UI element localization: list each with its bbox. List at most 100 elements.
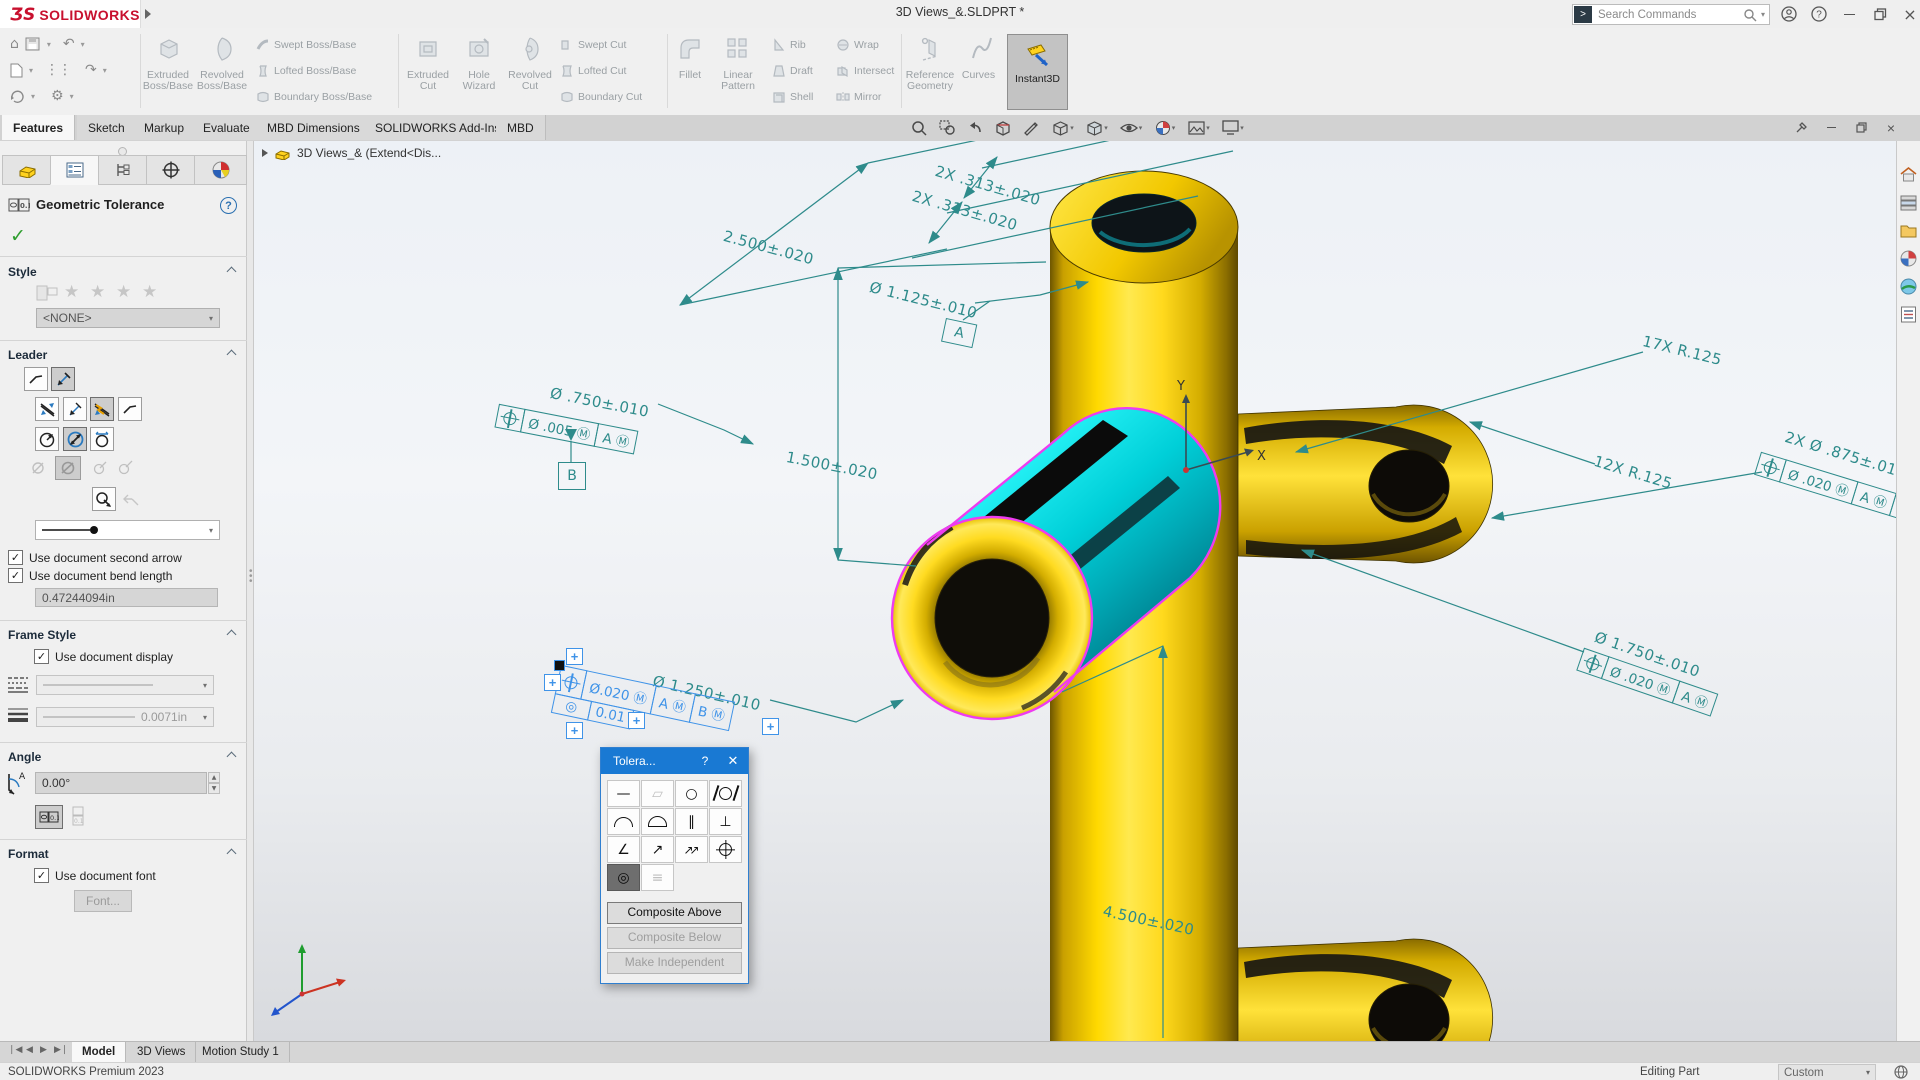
collapse-style-icon[interactable] [228, 265, 236, 273]
bent-leader-button[interactable] [63, 397, 87, 421]
curves-button[interactable]: Curves ▾ [956, 34, 1008, 81]
boundary-boss-base-button[interactable]: Boundary Boss/Base [256, 90, 372, 104]
tab-mbd[interactable]: MBD [496, 115, 546, 140]
doc-pin-icon[interactable] [1790, 120, 1812, 135]
part-lower-lug[interactable] [1238, 939, 1493, 1041]
leader-all-around-button[interactable] [90, 427, 114, 451]
fcf-drag-handle[interactable] [554, 660, 565, 671]
prev-tab-icon[interactable]: ◀ [26, 1045, 33, 1055]
intersect-button[interactable]: Intersect [836, 64, 894, 78]
rebuild-dropdown-icon[interactable]: ▾ [31, 92, 35, 101]
search-icon[interactable] [1743, 8, 1757, 22]
tab-features[interactable]: Features [2, 115, 75, 140]
globe-icon[interactable] [1894, 1065, 1908, 1079]
arrow-style-select[interactable]: ▾ [35, 520, 220, 540]
collapse-frame-icon[interactable] [228, 628, 236, 636]
angle-spinner[interactable]: ▲▼ [208, 772, 220, 794]
apply-scene-icon[interactable]: ▾ [1186, 118, 1212, 137]
gdt-symbol-circularity[interactable]: ○ [675, 780, 708, 807]
collapse-leader-icon[interactable] [228, 348, 236, 356]
selection-tool-icon[interactable]: ⋮⋮ [45, 62, 71, 78]
fcf-add-handle[interactable]: + [762, 718, 779, 735]
section-view-icon[interactable] [990, 118, 1016, 137]
breadcrumb[interactable]: 3D Views_& (Extend<Dis... [262, 146, 441, 160]
view-orientation-icon[interactable]: ▾ [1050, 118, 1076, 137]
user-account-icon[interactable] [1778, 4, 1800, 24]
collapse-angle-icon[interactable] [228, 750, 236, 758]
cb-second-arrow[interactable]: ✓ Use document second arrow [8, 550, 182, 565]
design-library-icon[interactable] [1899, 193, 1918, 212]
checkbox-checked-icon[interactable]: ✓ [8, 568, 23, 583]
close-button[interactable]: × [1899, 4, 1920, 24]
gdt-symbol-cylindricity[interactable] [709, 780, 742, 807]
home-icon[interactable]: ⌂ [10, 36, 19, 52]
dialog-help-icon[interactable]: ? [692, 754, 718, 768]
frame-horizontal-button[interactable]: 0.1 [35, 805, 63, 829]
mirror-button[interactable]: Mirror [836, 90, 881, 104]
checkbox-checked-icon[interactable]: ✓ [34, 649, 49, 664]
file-explorer-icon[interactable] [1899, 221, 1918, 240]
tab-model[interactable]: Model [72, 1042, 126, 1062]
tab-sketch[interactable]: Sketch [77, 115, 137, 140]
auto-leader-button[interactable] [51, 367, 75, 391]
style-select[interactable]: <NONE>▾ [36, 308, 220, 328]
new-document-icon[interactable] [10, 63, 23, 78]
first-tab-icon[interactable]: ❘◀ [8, 1045, 22, 1055]
display-style-icon[interactable]: ▾ [1084, 118, 1110, 137]
custom-properties-icon[interactable] [1899, 305, 1918, 324]
no-leader-button[interactable] [35, 397, 59, 421]
leader-button[interactable] [24, 367, 48, 391]
cb-frame-display[interactable]: ✓ Use document display [34, 649, 173, 664]
fcf-add-handle[interactable]: + [566, 648, 583, 665]
gdt-symbol-parallelism[interactable]: ∥ [675, 808, 708, 835]
next-tab-icon[interactable]: ▶ [40, 1045, 47, 1055]
doc-restore-icon[interactable] [1850, 120, 1872, 135]
tab-solidworks-add-ins[interactable]: SOLIDWORKS Add-Ins [364, 115, 512, 140]
gdt-symbol-perpendicularity[interactable]: ⊥ [709, 808, 742, 835]
font-button[interactable]: Font... [74, 890, 132, 912]
appearances-scenes-icon[interactable] [1899, 277, 1918, 296]
style-load-icon[interactable]: ★ [142, 282, 157, 302]
fcf-add-handle[interactable]: + [566, 722, 583, 739]
section-angle[interactable]: Angle [8, 750, 41, 764]
wrap-button[interactable]: Wrap [836, 38, 879, 52]
tab-3d-views[interactable]: 3D Views [127, 1042, 196, 1062]
help-icon[interactable]: ? [1808, 4, 1830, 24]
pm-tab-propertymanager[interactable] [50, 155, 100, 185]
options-gear-icon[interactable]: ⚙ [51, 88, 64, 104]
part-upper-lug[interactable] [1238, 405, 1493, 563]
checkbox-checked-icon[interactable]: ✓ [8, 550, 23, 565]
view-palette-icon[interactable] [1899, 249, 1918, 268]
leader-nearest-button[interactable] [35, 427, 59, 451]
angle-field[interactable]: 0.00° [35, 772, 207, 794]
part-boss-bore[interactable] [935, 559, 1049, 677]
shell-button[interactable]: Shell [772, 90, 813, 104]
reference-geometry-button[interactable]: Reference Geometry ▾ [904, 34, 956, 103]
section-frame-style[interactable]: Frame Style [8, 628, 76, 642]
fillet-button[interactable]: Fillet [664, 34, 716, 81]
style-delete-icon[interactable]: ★ [90, 282, 105, 302]
gdt-symbol-straightness[interactable]: — [607, 780, 640, 807]
dialog-close-icon[interactable]: ✕ [718, 754, 748, 769]
pm-tab-dimxpert[interactable] [146, 155, 196, 185]
checkbox-checked-icon[interactable]: ✓ [34, 868, 49, 883]
hide-show-items-icon[interactable]: ▾ [1118, 118, 1144, 137]
style-save-icon[interactable]: ★ [116, 282, 131, 302]
cb-bend-length[interactable]: ✓ Use document bend length [8, 568, 172, 583]
extruded-cut-button[interactable]: Extruded Cut [402, 34, 454, 92]
zoom-fit-icon[interactable] [906, 118, 932, 137]
rib-button[interactable]: Rib [772, 38, 806, 52]
lofted-cut-button[interactable]: Lofted Cut [560, 64, 626, 78]
jagged-leader-button[interactable] [90, 397, 114, 421]
gdt-symbol-concentricity[interactable]: ◎ [607, 864, 640, 891]
home-tab-icon[interactable] [1899, 165, 1918, 184]
gdt-symbol-total-runout[interactable]: ↗↗ [675, 836, 708, 863]
gdt-symbol-profile-line[interactable] [607, 808, 640, 835]
pm-tab-appearances[interactable] [194, 155, 247, 185]
menu-expand-icon[interactable] [145, 9, 151, 19]
tab-mbd-dimensions[interactable]: MBD Dimensions [256, 115, 372, 140]
leader-style2-icon[interactable] [55, 456, 81, 480]
pm-tab-featuremanager[interactable] [2, 155, 52, 185]
doc-close-icon[interactable]: × [1880, 120, 1902, 135]
section-format[interactable]: Format [8, 847, 49, 861]
